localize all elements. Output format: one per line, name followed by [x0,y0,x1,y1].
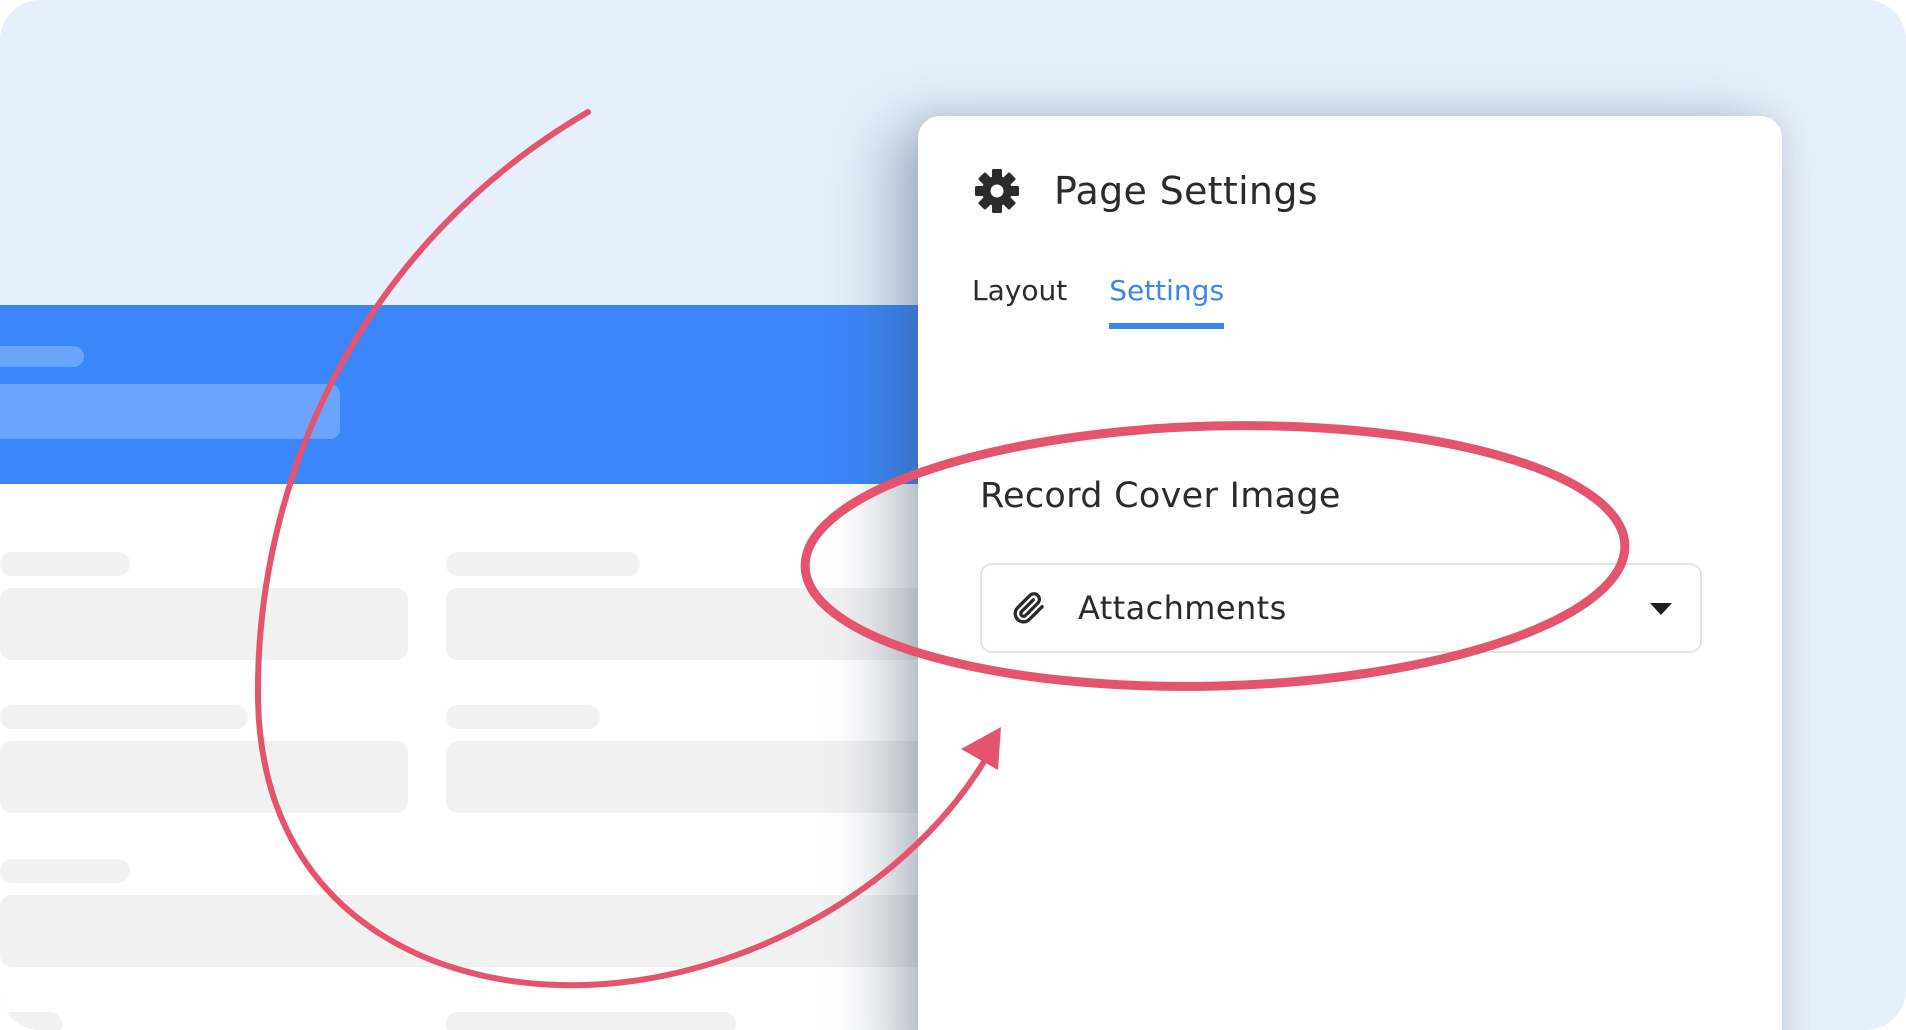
placeholder-field [0,741,408,813]
placeholder-field [446,588,946,660]
tab-bar: Layout Settings [972,274,1225,329]
record-cover-image-label: Record Cover Image [980,476,1341,516]
placeholder-label [446,1012,736,1030]
placeholder-label [0,859,130,883]
placeholder-field [446,741,946,813]
panel-header: Page Settings [974,168,1318,214]
paperclip-icon [1013,592,1044,624]
placeholder-field [0,588,408,660]
tab-layout[interactable]: Layout [972,274,1067,329]
selected-value: Attachments [1078,589,1287,627]
tab-settings[interactable]: Settings [1109,274,1225,329]
chevron-down-icon [1650,603,1672,615]
panel-title: Page Settings [1054,169,1318,213]
gear-icon [974,168,1020,214]
placeholder-field-wide [0,895,946,967]
background-header [0,305,1000,484]
placeholder-label [0,552,130,576]
canvas: Page Settings Layout Settings Record Cov… [0,0,1906,1030]
placeholder-label [0,1012,62,1030]
header-placeholder-small [0,346,84,367]
page-settings-panel: Page Settings Layout Settings Record Cov… [918,116,1782,1030]
placeholder-label [446,552,640,576]
cover-image-field-select[interactable]: Attachments [980,563,1702,653]
header-placeholder-large [0,384,340,439]
placeholder-label [446,705,600,729]
background-page [0,305,1000,1030]
placeholder-label [0,705,248,729]
